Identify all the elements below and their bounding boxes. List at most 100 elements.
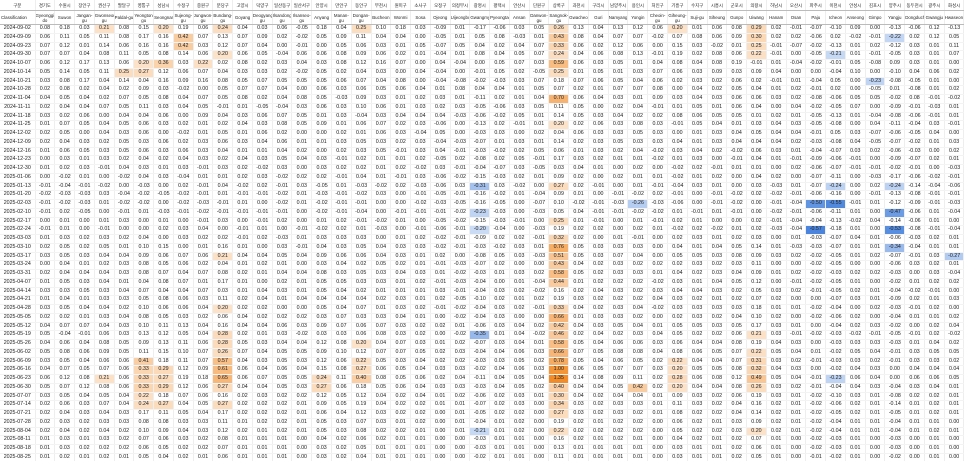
- heatmap-cell: 0.00: [94, 208, 115, 218]
- row-date-label: 2025-07-21: [0, 409, 36, 419]
- heatmap-cell: 0.07: [252, 77, 273, 87]
- heatmap-cell: -0.02: [54, 173, 76, 183]
- heatmap-cell: 0.01: [687, 129, 708, 139]
- heatmap-cell: -0.05: [469, 103, 491, 113]
- heatmap-cell: -0.16: [825, 190, 846, 200]
- heatmap-cell: 0.20: [153, 24, 174, 34]
- heatmap-cell: 0.00: [647, 164, 668, 174]
- heatmap-cell: 0.03: [252, 357, 273, 367]
- heatmap-cell: -0.06: [469, 322, 491, 332]
- heatmap-cell: 0.02: [786, 138, 807, 148]
- heatmap-cell: 0.01: [291, 418, 313, 428]
- heatmap-cell: 0.05: [845, 348, 866, 358]
- heatmap-cell: 0.24: [548, 50, 570, 60]
- heatmap-cell: -0.01: [430, 208, 451, 218]
- heatmap-cell: 0.12: [311, 357, 332, 367]
- heatmap-cell: 0.09: [311, 252, 332, 262]
- heatmap-cell: 0.04: [924, 339, 945, 349]
- heatmap-cell: 0.01: [489, 138, 510, 148]
- heatmap-cell: 0.05: [667, 252, 688, 262]
- heatmap-cell: 0.02: [509, 304, 530, 314]
- column-label-en: Jangan-gu: [76, 12, 93, 23]
- heatmap-cell: 0.03: [548, 164, 570, 174]
- heatmap-cell: 0.01: [924, 444, 945, 454]
- heatmap-cell: 0.03: [627, 400, 649, 410]
- heatmap-cell: 0.06: [94, 357, 115, 367]
- heatmap-cell: 0.03: [509, 400, 530, 410]
- heatmap-cell: 0.01: [588, 453, 609, 461]
- column-header-ko: 하남시: [766, 0, 787, 11]
- heatmap-cell: 0.04: [371, 339, 392, 349]
- heatmap-cell: -0.03: [647, 199, 668, 209]
- heatmap-cell: 0.18: [153, 392, 174, 402]
- heatmap-cell: 0.05: [371, 383, 392, 393]
- heatmap-cell: 0.58: [548, 269, 570, 279]
- heatmap-cell: 0.02: [687, 269, 708, 279]
- heatmap-cell: 0.01: [726, 120, 748, 130]
- heatmap-cell: 0.03: [509, 138, 530, 148]
- table-row: 2024-09-23 0.07 0.12 0.01 0.14 0.06 0.16 0.16 0.…: [0, 42, 964, 52]
- heatmap-cell: 0.02: [430, 348, 451, 358]
- heatmap-cell: 0.08: [133, 260, 155, 270]
- heatmap-cell: -0.05: [74, 208, 95, 218]
- heatmap-cell: 0.02: [924, 278, 945, 288]
- heatmap-cell: 0.02: [114, 234, 135, 244]
- heatmap-cell: 0.01: [272, 435, 293, 445]
- table-row: 2025-04-14 0.03 0.03 0.05 0.03 0.04 0.07 0.04 0.…: [0, 287, 964, 297]
- column-label-en: Gunpo: [730, 15, 744, 20]
- heatmap-cell: 0.21: [212, 252, 234, 262]
- heatmap-cell: 0.11: [153, 409, 174, 419]
- row-date-label: 2024-09-23: [0, 42, 36, 52]
- heatmap-cell: -0.01: [35, 199, 56, 209]
- heatmap-cell: 0.21: [94, 374, 115, 384]
- column-header-en: Gwangju: [924, 10, 945, 25]
- heatmap-cell: 0.08: [667, 59, 688, 69]
- heatmap-cell: 0.02: [687, 295, 708, 305]
- heatmap-cell: 0.02: [173, 453, 194, 461]
- heatmap-cell: -0.02: [805, 269, 827, 279]
- heatmap-cell: -0.03: [825, 269, 846, 279]
- heatmap-cell: 0.03: [410, 173, 431, 183]
- heatmap-cell: 0.00: [707, 217, 728, 227]
- heatmap-cell: 0.01: [74, 260, 95, 270]
- heatmap-cell: 0.04: [944, 322, 964, 332]
- row-date-label: 2024-11-18: [0, 112, 36, 122]
- heatmap-cell: -0.22: [884, 33, 906, 43]
- heatmap-cell: 0.02: [35, 400, 56, 410]
- heatmap-cell: 0.04: [786, 129, 807, 139]
- heatmap-cell: 0.05: [311, 278, 332, 288]
- row-date-label: 2025-02-03: [0, 199, 36, 209]
- heatmap-cell: 0.02: [272, 278, 293, 288]
- heatmap-cell: 0.06: [272, 24, 293, 34]
- column-header-ko: 장안구: [74, 0, 95, 11]
- heatmap-cell: 0.04: [94, 409, 115, 419]
- heatmap-cell: 0.16: [371, 59, 392, 69]
- heatmap-cell: 0.00: [647, 243, 668, 253]
- heatmap-cell: 0.01: [944, 383, 964, 393]
- heatmap-cell: 0.02: [924, 234, 945, 244]
- heatmap-cell: 0.03: [252, 24, 273, 34]
- heatmap-cell: 0.03: [331, 330, 352, 340]
- heatmap-cell: 0.01: [707, 103, 728, 113]
- column-header-ko: 일산동구: [272, 0, 293, 11]
- heatmap-cell: 0.05: [54, 304, 76, 314]
- heatmap-cell: 0.02: [173, 444, 194, 454]
- heatmap-cell: 0.02: [687, 330, 708, 340]
- heatmap-cell: 0.01: [489, 444, 510, 454]
- heatmap-cell: -0.27: [944, 252, 964, 262]
- heatmap-cell: 0.00: [529, 409, 550, 419]
- heatmap-cell: 0.06: [54, 147, 76, 157]
- heatmap-cell: 0.07: [726, 357, 748, 367]
- column-label-ko: 중원구: [196, 2, 210, 8]
- heatmap-cell: 0.03: [311, 453, 332, 461]
- heatmap-cell: 0.12: [54, 374, 76, 384]
- heatmap-cell: 0.17: [74, 59, 95, 69]
- heatmap-cell: 0.01: [390, 94, 412, 104]
- heatmap-cell: 0.05: [766, 374, 787, 384]
- heatmap-cell: 0.02: [568, 330, 589, 340]
- heatmap-cell: -0.01: [588, 199, 609, 209]
- heatmap-cell: 0.02: [193, 435, 214, 445]
- heatmap-cell: 0.06: [331, 252, 352, 262]
- heatmap-cell: 0.05: [272, 252, 293, 262]
- heatmap-cell: -0.01: [232, 190, 253, 200]
